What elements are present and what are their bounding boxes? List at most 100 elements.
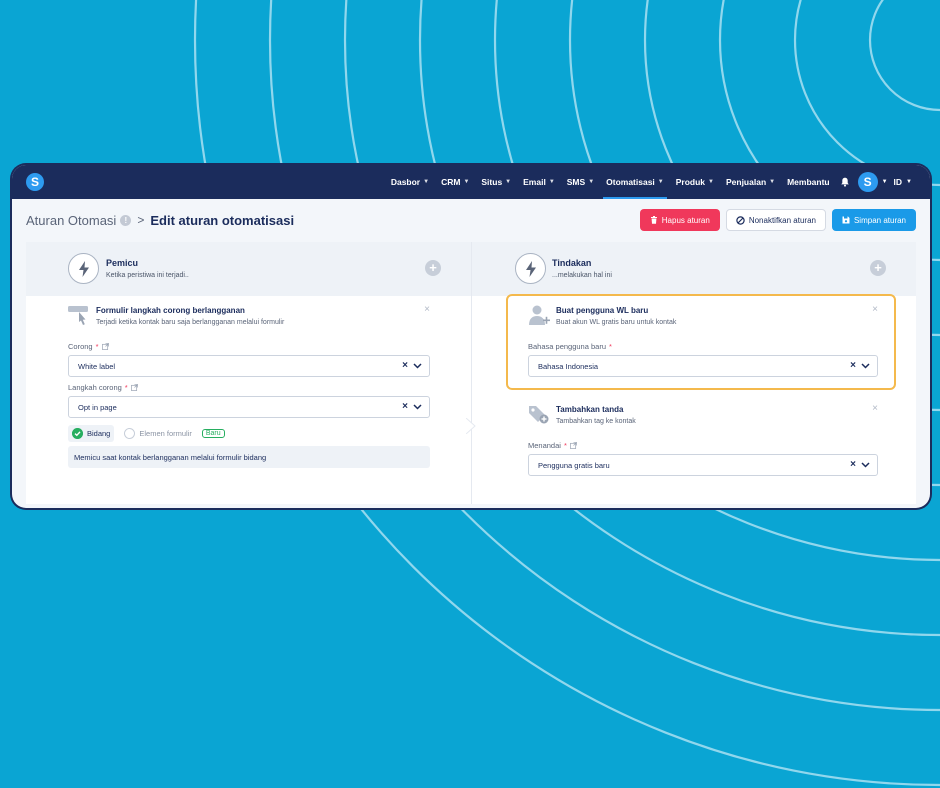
- action-panel: Tindakan ...melakukan hal ini + Buat pen…: [471, 242, 916, 504]
- add-trigger-button[interactable]: +: [425, 260, 441, 276]
- nav-item-produk[interactable]: Produk ▼: [670, 165, 720, 199]
- lightning-icon: [68, 253, 99, 284]
- ban-icon: [736, 215, 745, 225]
- nav-label: Otomatisasi: [606, 177, 655, 187]
- add-user-icon: [529, 305, 550, 325]
- rule-editor: Pemicu Ketika peristiwa ini terjadi.. + …: [26, 242, 916, 504]
- tag-label: Menandai *: [528, 441, 878, 450]
- button-label: Simpan aturan: [853, 215, 906, 225]
- nav-label: CRM: [441, 177, 461, 187]
- action-card-subtitle: Buat akun WL gratis baru untuk kontak: [556, 319, 677, 326]
- nav-item-situs[interactable]: Situs ▼: [475, 165, 517, 199]
- trigger-card: Formulir langkah corong berlangganan Ter…: [68, 304, 430, 468]
- nav-item-penjualan[interactable]: Penjualan ▼: [720, 165, 781, 199]
- chevron-down-icon: ▼: [423, 179, 430, 185]
- nav-label: Produk: [675, 177, 706, 187]
- action-title: Tindakan: [552, 258, 592, 268]
- clear-icon[interactable]: ×: [402, 360, 408, 371]
- select-value: White label: [78, 361, 116, 371]
- chevron-down-icon[interactable]: [413, 404, 422, 410]
- close-icon[interactable]: ×: [872, 304, 878, 315]
- chevron-down-icon[interactable]: ▼: [882, 179, 888, 185]
- option-field[interactable]: Bidang: [68, 424, 115, 442]
- breadcrumb-root[interactable]: Aturan Otomasi: [26, 213, 116, 228]
- chevron-down-icon: ▼: [505, 179, 512, 185]
- action-card-create-user: Buat pengguna WL baru Buat akun WL grati…: [528, 304, 878, 383]
- option-label: Elemen formulir: [139, 428, 192, 438]
- trigger-card-header: Formulir langkah corong berlangganan Ter…: [68, 304, 430, 338]
- funnel-label: Corong *: [68, 342, 430, 351]
- delete-rule-button[interactable]: Hapus aturan: [639, 209, 720, 231]
- option-label: Bidang: [87, 428, 111, 438]
- info-icon[interactable]: !: [120, 214, 132, 226]
- tag-select[interactable]: Pengguna gratis baru ×: [528, 454, 878, 476]
- form-click-icon: [68, 306, 88, 325]
- trigger-title: Pemicu: [106, 258, 139, 268]
- close-icon[interactable]: ×: [872, 403, 878, 414]
- nav-item-email[interactable]: Email ▼: [517, 165, 561, 199]
- nav-item-sms[interactable]: SMS ▼: [561, 165, 600, 199]
- external-link-icon[interactable]: [569, 442, 577, 449]
- required-mark: *: [609, 342, 612, 351]
- nav-item-membantu[interactable]: Membantu: [781, 165, 836, 199]
- add-action-button[interactable]: +: [870, 260, 886, 276]
- required-mark: *: [95, 342, 99, 351]
- app-window: S Dasbor ▼ CRM ▼ Situs ▼ Email ▼ SMS ▼ Otomat…: [12, 165, 930, 508]
- chevron-down-icon: ▼: [588, 179, 595, 185]
- header-actions: Hapus aturan Nonaktifkan aturan Simpan a…: [639, 209, 916, 231]
- trigger-source-options: Bidang Elemen formulir Baru: [68, 424, 430, 442]
- option-form-element[interactable]: Elemen formulir: [120, 425, 196, 442]
- action-card-title: Tambahkan tanda: [556, 405, 624, 414]
- main-nav: Dasbor ▼ CRM ▼ Situs ▼ Email ▼ SMS ▼ Otomatis…: [385, 165, 918, 199]
- app-logo[interactable]: S: [26, 173, 44, 191]
- chevron-down-icon: ▼: [463, 179, 470, 185]
- chevron-down-icon: ▼: [657, 179, 664, 185]
- label-text: Menandai: [528, 441, 561, 450]
- funnel-select[interactable]: White label ×: [68, 355, 430, 377]
- user-language-select[interactable]: Bahasa Indonesia ×: [528, 355, 878, 377]
- disable-rule-button[interactable]: Nonaktifkan aturan: [725, 209, 826, 231]
- chevron-down-icon[interactable]: [861, 363, 870, 369]
- bell-icon[interactable]: [840, 177, 850, 187]
- clear-icon[interactable]: ×: [850, 360, 856, 371]
- page-title: Edit aturan otomatisasi: [150, 212, 295, 228]
- nav-item-otomatisasi[interactable]: Otomatisasi ▼: [600, 165, 670, 199]
- nav-label: Penjualan: [725, 177, 767, 187]
- select-value: Opt in page: [78, 402, 117, 412]
- funnel-step-select[interactable]: Opt in page ×: [68, 396, 430, 418]
- trigger-subtitle: Ketika peristiwa ini terjadi..: [106, 272, 189, 279]
- chevron-down-icon[interactable]: [861, 462, 870, 468]
- panel-connector-arrow: [466, 418, 476, 434]
- select-value: Pengguna gratis baru: [538, 460, 610, 470]
- user-language-label: Bahasa pengguna baru *: [528, 342, 878, 351]
- label-text: Langkah corong: [68, 383, 122, 392]
- button-label: Nonaktifkan aturan: [748, 215, 816, 225]
- chevron-down-icon: ▼: [708, 179, 714, 185]
- action-card-add-tag: Tambahkan tanda Tambahkan tag ke kontak …: [528, 403, 878, 482]
- language-selector[interactable]: ID: [894, 177, 903, 187]
- trigger-description: Memicu saat kontak berlangganan melalui …: [68, 446, 430, 468]
- top-navbar: S Dasbor ▼ CRM ▼ Situs ▼ Email ▼ SMS ▼ Otomat…: [12, 165, 930, 199]
- clear-icon[interactable]: ×: [850, 459, 856, 470]
- tag-add-icon: [529, 406, 549, 424]
- action-subtitle: ...melakukan hal ini: [552, 272, 612, 279]
- nav-label: Email: [523, 177, 546, 187]
- clear-icon[interactable]: ×: [402, 401, 408, 412]
- external-link-icon[interactable]: [101, 343, 109, 350]
- action-panel-header: Tindakan ...melakukan hal ini +: [472, 242, 916, 296]
- chevron-down-icon[interactable]: [413, 363, 422, 369]
- nav-label: Membantu: [787, 177, 830, 187]
- save-rule-button[interactable]: Simpan aturan: [831, 209, 916, 231]
- chevron-down-icon: ▼: [548, 179, 555, 185]
- external-link-icon[interactable]: [130, 384, 138, 391]
- radio-empty-icon: [124, 427, 136, 439]
- close-icon[interactable]: ×: [424, 304, 430, 315]
- nav-label: Dasbor: [390, 177, 421, 187]
- button-label: Hapus aturan: [661, 215, 710, 225]
- nav-item-crm[interactable]: CRM ▼: [435, 165, 475, 199]
- nav-item-dasbor[interactable]: Dasbor ▼: [385, 165, 435, 199]
- check-circle-icon: [72, 427, 83, 439]
- nav-label: Situs: [481, 177, 503, 187]
- user-avatar[interactable]: S: [857, 172, 878, 192]
- chevron-down-icon[interactable]: ▼: [906, 179, 912, 185]
